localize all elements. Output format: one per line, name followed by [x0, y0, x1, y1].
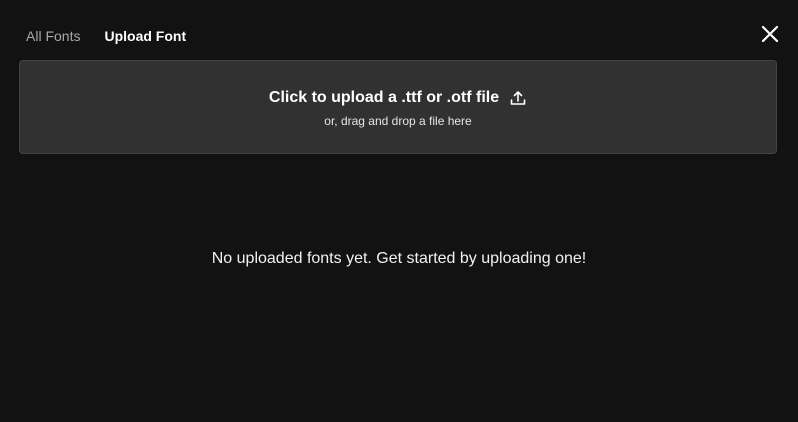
upload-icon [510, 91, 526, 105]
upload-title: Click to upload a .ttf or .otf file [268, 89, 500, 106]
tab-all-fonts[interactable]: All Fonts [26, 27, 80, 45]
tab-bar: All Fonts Upload Font [26, 27, 186, 45]
upload-dropzone[interactable]: Click to upload a .ttf or .otf file or, … [19, 60, 777, 154]
upload-title-row: Click to upload a .ttf or .otf file [20, 88, 776, 108]
upload-subtitle: or, drag and drop a file here [324, 114, 472, 128]
empty-state-message: No uploaded fonts yet. Get started by up… [211, 250, 587, 267]
close-icon [761, 25, 779, 43]
close-button[interactable] [758, 22, 782, 46]
upload-font-dialog: All Fonts Upload Font Click to upload a … [0, 0, 798, 422]
tab-upload-font[interactable]: Upload Font [104, 27, 186, 45]
